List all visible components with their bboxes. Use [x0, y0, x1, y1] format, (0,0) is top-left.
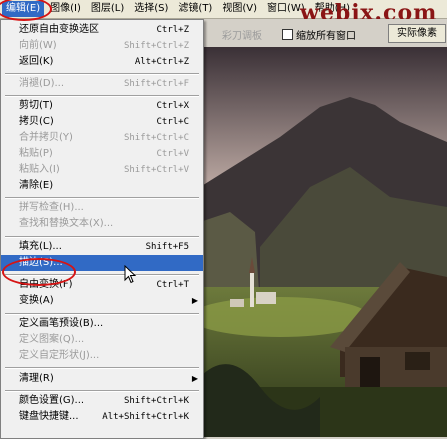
menu-item-label: 定义图案(Q)...	[19, 334, 85, 345]
menu-item-stroke[interactable]: 描边(S)...	[1, 255, 203, 271]
menu-item-shortcut: Shift+Ctrl+K	[123, 396, 189, 406]
menu-select[interactable]: 选择(S)	[130, 1, 172, 17]
menu-item-label: 合并拷贝(Y)	[19, 132, 73, 143]
menu-item-step-forward: 向前(W) Shift+Ctrl+Z	[1, 38, 203, 54]
menu-item-fill[interactable]: 填充(L)... Shift+F5	[1, 239, 203, 255]
menu-item-shortcut: Shift+F5	[145, 242, 189, 252]
menu-item-label: 向前(W)	[19, 40, 57, 51]
menu-item-purge[interactable]: 清理(R) ▶	[1, 371, 203, 387]
menu-separator	[5, 274, 199, 276]
menu-item-check-spelling: 拼写检查(H)...	[1, 200, 203, 216]
menu-item-label: 定义画笔预设(B)...	[19, 318, 104, 329]
mouse-cursor-icon	[124, 265, 137, 284]
menu-separator	[5, 313, 199, 315]
resize-windows-checkbox[interactable]: 缩放所有窗口	[282, 27, 356, 42]
menu-item-shortcut: Alt+Shift+Ctrl+K	[102, 412, 189, 422]
menu-separator	[5, 197, 199, 199]
menu-item-label: 查找和替换文本(X)...	[19, 218, 114, 229]
menu-separator	[5, 367, 199, 369]
menu-item-clear[interactable]: 清除(E)	[1, 178, 203, 194]
menu-item-label: 描边(S)...	[19, 257, 63, 268]
menu-item-label: 清理(R)	[19, 373, 54, 384]
menu-item-label: 自由变换(F)	[19, 279, 73, 290]
menu-item-define-pattern: 定义图案(Q)...	[1, 332, 203, 348]
resize-windows-label: 缩放所有窗口	[296, 31, 356, 42]
menu-item-shortcut: Ctrl+Z	[156, 25, 189, 35]
menu-item-shortcut: Shift+Ctrl+Z	[123, 41, 189, 51]
menu-item-undo-free-transform[interactable]: 还原自由变换选区 Ctrl+Z	[1, 22, 203, 38]
menu-item-label: 清除(E)	[19, 180, 54, 191]
document-canvas[interactable]	[200, 47, 447, 437]
menu-item-shortcut: Ctrl+C	[156, 117, 189, 127]
menu-item-label: 拼写检查(H)...	[19, 202, 84, 213]
menu-item-find-replace-text: 查找和替换文本(X)...	[1, 216, 203, 232]
menu-edit[interactable]: 编辑(E)	[2, 1, 45, 17]
menu-item-label: 填充(L)...	[19, 241, 62, 252]
edit-menu: 还原自由变换选区 Ctrl+Z 向前(W) Shift+Ctrl+Z 返回(K) Alt+…	[0, 19, 204, 439]
menu-item-free-transform[interactable]: 自由变换(F) Ctrl+T	[1, 277, 203, 293]
menu-item-color-settings[interactable]: 颜色设置(G)... Shift+Ctrl+K	[1, 393, 203, 409]
menu-item-shortcut: Ctrl+V	[156, 149, 189, 159]
menu-separator	[5, 73, 199, 75]
menu-item-label: 粘贴入(I)	[19, 164, 60, 175]
menu-item-transform[interactable]: 变换(A) ▶	[1, 293, 203, 309]
menu-item-label: 变换(A)	[19, 295, 54, 306]
palette-label: 彩刀调板	[222, 31, 262, 42]
menu-item-shortcut: Ctrl+X	[156, 101, 189, 111]
menu-item-copy-merged: 合并拷贝(Y) Shift+Ctrl+C	[1, 130, 203, 146]
menu-item-paste: 粘贴(P) Ctrl+V	[1, 146, 203, 162]
menu-item-shortcut: Shift+Ctrl+F	[123, 79, 189, 89]
menu-item-fade: 消褪(D)... Shift+Ctrl+F	[1, 76, 203, 92]
menu-item-label: 拷贝(C)	[19, 116, 54, 127]
menu-item-label: 还原自由变换选区	[19, 24, 99, 35]
menu-item-step-backward[interactable]: 返回(K) Alt+Ctrl+Z	[1, 54, 203, 70]
menu-item-paste-into: 粘贴入(I) Shift+Ctrl+V	[1, 162, 203, 178]
menu-item-label: 剪切(T)	[19, 100, 53, 111]
checkbox-icon[interactable]	[282, 29, 293, 40]
menu-filter[interactable]: 滤镜(T)	[174, 1, 216, 17]
menu-item-label: 返回(K)	[19, 56, 54, 67]
menu-item-label: 消褪(D)...	[19, 78, 65, 89]
menu-view[interactable]: 视图(V)	[218, 1, 261, 17]
menu-item-label: 键盘快捷键...	[19, 411, 79, 422]
menu-item-label: 粘贴(P)	[19, 148, 53, 159]
menu-item-cut[interactable]: 剪切(T) Ctrl+X	[1, 98, 203, 114]
menu-image[interactable]: 图像(I)	[46, 1, 85, 17]
menu-separator	[5, 95, 199, 97]
menu-item-define-brush-preset[interactable]: 定义画笔预设(B)...	[1, 316, 203, 332]
menu-layer[interactable]: 图层(L)	[87, 1, 128, 17]
menu-item-label: 定义自定形状(J)...	[19, 350, 100, 361]
menu-separator	[5, 236, 199, 238]
menu-item-shortcut: Shift+Ctrl+C	[123, 133, 189, 143]
menu-item-copy[interactable]: 拷贝(C) Ctrl+C	[1, 114, 203, 130]
submenu-arrow-icon: ▶	[191, 296, 198, 305]
menu-item-shortcut: Ctrl+T	[156, 280, 189, 290]
actual-pixels-button[interactable]: 实际像素	[388, 24, 446, 43]
menu-separator	[5, 390, 199, 392]
submenu-arrow-icon: ▶	[191, 374, 198, 383]
menu-item-shortcut: Shift+Ctrl+V	[123, 165, 189, 175]
menu-item-keyboard-shortcuts[interactable]: 键盘快捷键... Alt+Shift+Ctrl+K	[1, 409, 203, 425]
menu-item-label: 颜色设置(G)...	[19, 395, 85, 406]
menu-item-shortcut: Alt+Ctrl+Z	[134, 57, 189, 67]
menu-item-define-custom-shape: 定义自定形状(J)...	[1, 348, 203, 364]
landscape-photo	[200, 47, 447, 437]
